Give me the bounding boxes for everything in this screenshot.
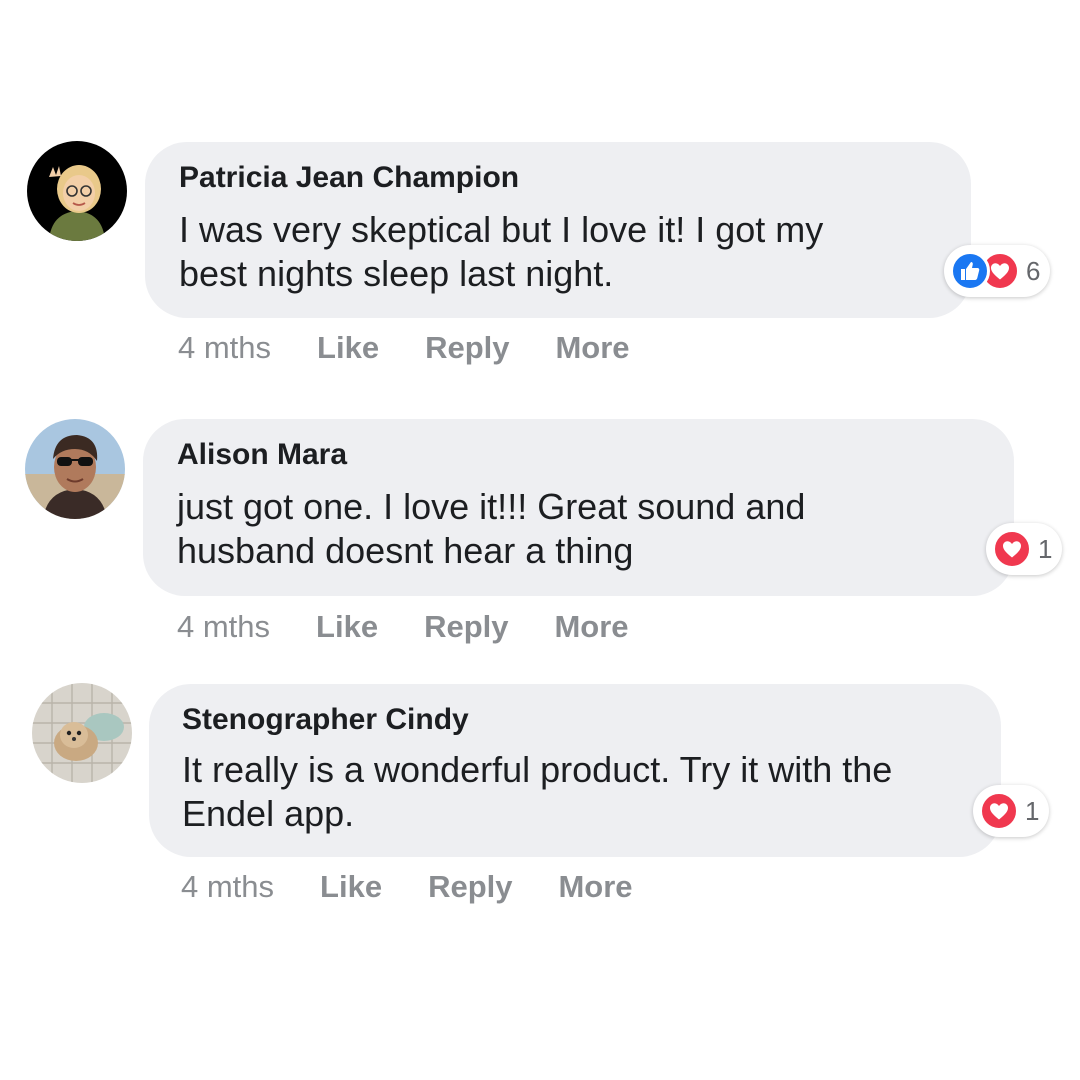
avatar-dog-photo-image bbox=[32, 683, 132, 783]
avatar[interactable] bbox=[25, 419, 125, 519]
reply-button[interactable]: Reply bbox=[425, 330, 509, 366]
love-icon bbox=[992, 529, 1032, 569]
comment-text: just got one. I love it!!! Great sound a… bbox=[177, 485, 980, 573]
reply-button[interactable]: Reply bbox=[428, 869, 512, 905]
more-button[interactable]: More bbox=[558, 869, 632, 905]
comment-text-line: Endel app. bbox=[182, 793, 355, 834]
reaction-count: 6 bbox=[1026, 255, 1041, 286]
reaction-summary[interactable]: 1 bbox=[986, 523, 1063, 575]
like-button[interactable]: Like bbox=[317, 330, 379, 366]
comment-timestamp[interactable]: 4 mths bbox=[181, 869, 274, 905]
comment-text-line: It really is a wonderful product. Try it… bbox=[182, 749, 893, 790]
avatar[interactable] bbox=[32, 683, 132, 783]
more-button[interactable]: More bbox=[555, 330, 629, 366]
comment-actions: 4 mths Like Reply More bbox=[178, 328, 676, 368]
more-button[interactable]: More bbox=[554, 609, 628, 645]
avatar[interactable] bbox=[27, 141, 127, 241]
like-button[interactable]: Like bbox=[320, 869, 382, 905]
comment-actions: 4 mths Like Reply More bbox=[177, 607, 675, 647]
like-button[interactable]: Like bbox=[316, 609, 378, 645]
love-icon bbox=[979, 791, 1019, 831]
comment-timestamp[interactable]: 4 mths bbox=[177, 609, 270, 645]
comment-author[interactable]: Stenographer Cindy bbox=[182, 702, 967, 738]
comment-text-line: I was very skeptical but I love it! I go… bbox=[179, 209, 824, 250]
comment-text-line: just got one. I love it!!! Great sound a… bbox=[177, 486, 806, 527]
reaction-summary[interactable]: 1 bbox=[973, 785, 1050, 837]
comment-text-line: best nights sleep last night. bbox=[179, 253, 614, 294]
reaction-summary[interactable]: 6 bbox=[944, 245, 1051, 297]
comment-text-line: husband doesnt hear a thing bbox=[177, 530, 634, 571]
reaction-count: 1 bbox=[1038, 533, 1053, 564]
comment-bubble: Alison Mara just got one. I love it!!! G… bbox=[143, 419, 1014, 596]
comment-author[interactable]: Patricia Jean Champion bbox=[179, 160, 937, 196]
comment-text: It really is a wonderful product. Try it… bbox=[182, 748, 967, 836]
comment-text: I was very skeptical but I love it! I go… bbox=[179, 208, 937, 296]
comment-timestamp[interactable]: 4 mths bbox=[178, 330, 271, 366]
avatar-bitmoji-image bbox=[27, 141, 127, 241]
comment-bubble: Stenographer Cindy It really is a wonder… bbox=[149, 684, 1001, 857]
reaction-count: 1 bbox=[1025, 795, 1040, 826]
comment-actions: 4 mths Like Reply More bbox=[181, 867, 679, 907]
comment-bubble: Patricia Jean Champion I was very skepti… bbox=[145, 142, 971, 318]
avatar-photo-image bbox=[25, 419, 125, 519]
comment-author[interactable]: Alison Mara bbox=[177, 437, 980, 473]
reply-button[interactable]: Reply bbox=[424, 609, 508, 645]
like-icon bbox=[950, 251, 990, 291]
